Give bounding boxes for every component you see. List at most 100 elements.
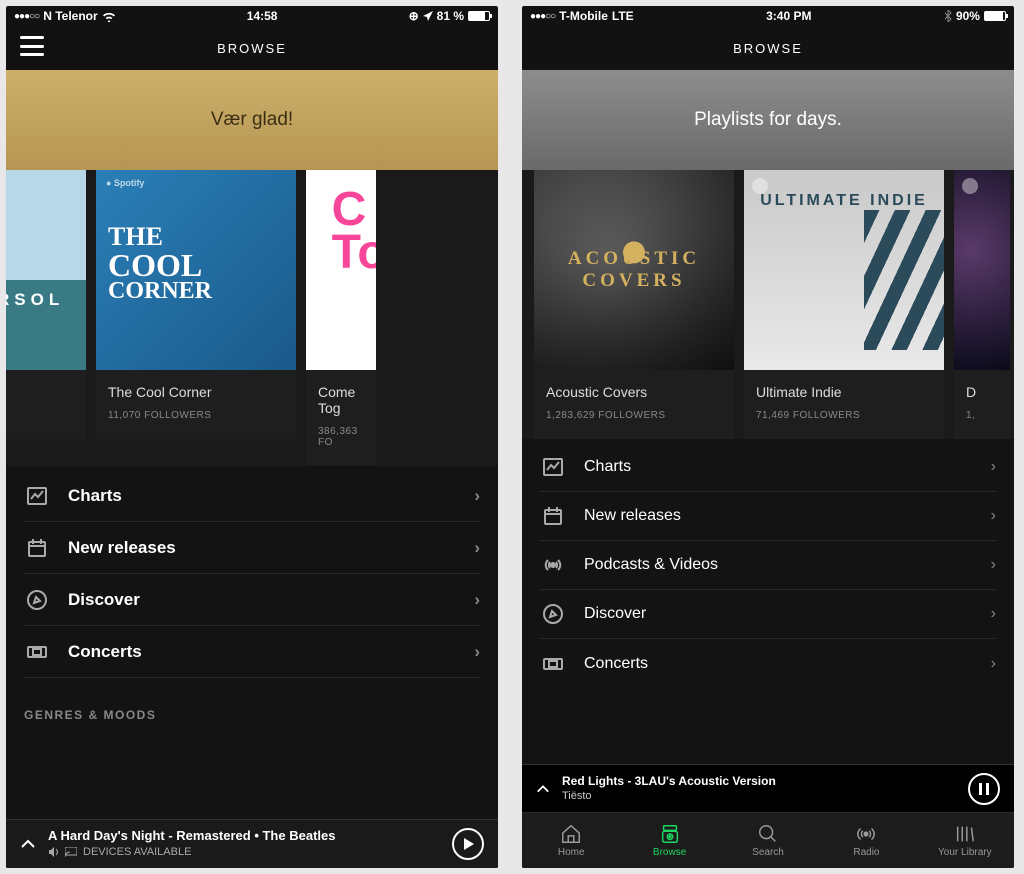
calendar-icon (540, 503, 566, 529)
follower-count: 1,283,629 FOLLOWERS (546, 410, 722, 421)
playlist-title: mmersol (6, 384, 74, 400)
menu-label: Discover (584, 605, 646, 623)
playlist-carousel[interactable]: SOMMERSOL mmersol 58 FOLLOWERS ● Spotify… (6, 170, 498, 466)
tab-search[interactable]: Search (719, 813, 817, 868)
track-title: A Hard Day's Night - Remastered • The Be… (48, 828, 440, 845)
header: BROWSE (522, 26, 1014, 70)
battery-pct: 81 % (437, 9, 464, 23)
playlist-title: Acoustic Covers (546, 384, 722, 400)
menu-label: Discover (68, 590, 140, 610)
compass-icon (24, 587, 50, 613)
tab-label: Browse (653, 847, 686, 858)
menu-charts[interactable]: Charts › (540, 443, 996, 492)
hero-banner[interactable]: Vær glad! (6, 70, 498, 170)
menu-label: Concerts (584, 655, 648, 673)
network-label: LTE (612, 9, 634, 23)
battery-pct: 90% (956, 9, 980, 23)
chevron-up-icon[interactable] (20, 836, 36, 852)
chevron-right-icon: › (991, 458, 996, 476)
menu-discover[interactable]: Discover › (24, 574, 480, 626)
menu-discover[interactable]: Discover › (540, 590, 996, 639)
chevron-right-icon: › (991, 605, 996, 623)
playlist-art: SOMMERSOL (6, 170, 86, 370)
signal-dots-icon: ●●●○○ (530, 11, 555, 22)
broadcast-icon (540, 552, 566, 578)
chevron-right-icon: › (474, 486, 480, 506)
orientation-lock-icon: ⊕ (409, 9, 419, 23)
carrier-label: N Telenor (43, 9, 97, 23)
pause-button[interactable] (968, 773, 1000, 805)
charts-icon (24, 483, 50, 509)
follower-count: 58 FOLLOWERS (6, 410, 74, 421)
chevron-right-icon: › (991, 556, 996, 574)
playlist-card[interactable]: ULTIMATE INDIE Ultimate Indie 71,469 FOL… (744, 170, 944, 439)
hero-text: Vær glad! (211, 109, 293, 131)
now-playing-bar[interactable]: A Hard Day's Night - Remastered • The Be… (6, 819, 498, 868)
ticket-icon (540, 651, 566, 677)
section-header: GENRES & MOODS (24, 678, 480, 732)
playlist-card[interactable]: ACOUSTIC COVERS Acoustic Covers 1,283,62… (534, 170, 734, 439)
menu-new-releases[interactable]: New releases › (540, 492, 996, 541)
playlist-title: D (966, 384, 998, 400)
chevron-right-icon: › (474, 590, 480, 610)
spotify-icon (314, 178, 330, 194)
menu-charts[interactable]: Charts › (24, 470, 480, 522)
chevron-right-icon: › (991, 655, 996, 673)
now-playing-info: Red Lights - 3LAU's Acoustic Version Tië… (562, 774, 956, 804)
tab-radio[interactable]: Radio (817, 813, 915, 868)
header-title: BROWSE (733, 41, 803, 56)
playlist-title: The Cool Corner (108, 384, 284, 400)
battery-icon (984, 11, 1006, 21)
playlist-card[interactable]: ● Spotify THE COOL CORNER The Cool Corne… (96, 170, 296, 466)
playlist-title: Ultimate Indie (756, 384, 932, 400)
menu-concerts[interactable]: Concerts › (540, 639, 996, 688)
signal-dots-icon: ●●●○○ (14, 11, 39, 22)
phone-left: ●●●○○ N Telenor 14:58 ⊕ 81 % BROWSE Vær … (6, 6, 498, 868)
now-playing-bar[interactable]: Red Lights - 3LAU's Acoustic Version Tië… (522, 764, 1014, 812)
play-button[interactable] (452, 828, 484, 860)
follower-count: 386,363 FO (318, 426, 364, 448)
playlist-art: ● Spotify THE COOL CORNER (96, 170, 296, 370)
compass-icon (540, 601, 566, 627)
status-bar: ●●●○○ N Telenor 14:58 ⊕ 81 % (6, 6, 498, 26)
menu-label: New releases (68, 538, 176, 558)
follower-count: 71,469 FOLLOWERS (756, 410, 932, 421)
battery-icon (468, 11, 490, 21)
chevron-right-icon: › (474, 642, 480, 662)
tab-bar: Home Browse Search Radio Your Library (522, 812, 1014, 868)
phone-right: ●●●○○ T-Mobile LTE 3:40 PM 90% BROWSE Pl… (522, 6, 1014, 868)
clock: 3:40 PM (766, 9, 811, 23)
devices-label: DEVICES AVAILABLE (83, 845, 191, 859)
ticket-icon (24, 639, 50, 665)
tab-label: Your Library (938, 847, 992, 858)
menu-podcasts-videos[interactable]: Podcasts & Videos › (540, 541, 996, 590)
playlist-title: Come Tog (318, 384, 364, 416)
browse-menu: Charts › New releases › Discover › Conce… (6, 466, 498, 868)
tab-library[interactable]: Your Library (916, 813, 1014, 868)
tab-label: Home (558, 847, 585, 858)
charts-icon (540, 454, 566, 480)
menu-new-releases[interactable]: New releases › (24, 522, 480, 574)
hero-banner[interactable]: Playlists for days. (522, 70, 1014, 170)
playlist-carousel[interactable]: ACOUSTIC COVERS Acoustic Covers 1,283,62… (522, 170, 1014, 439)
playlist-card[interactable]: C Tog Come Tog 386,363 FO (306, 170, 376, 466)
wifi-icon (102, 11, 116, 22)
menu-concerts[interactable]: Concerts › (24, 626, 480, 678)
carrier-label: T-Mobile (559, 9, 608, 23)
now-playing-info: A Hard Day's Night - Remastered • The Be… (48, 828, 440, 859)
bluetooth-icon (944, 10, 952, 22)
chevron-up-icon[interactable] (536, 782, 550, 796)
menu-label: New releases (584, 507, 681, 525)
menu-label: Concerts (68, 642, 142, 662)
menu-label: Charts (584, 458, 631, 476)
menu-button[interactable] (20, 36, 44, 56)
tab-home[interactable]: Home (522, 813, 620, 868)
tab-label: Radio (853, 847, 879, 858)
clock: 14:58 (247, 9, 278, 23)
playlist-card[interactable]: SOMMERSOL mmersol 58 FOLLOWERS (6, 170, 86, 466)
menu-label: Charts (68, 486, 122, 506)
speaker-icon (48, 847, 59, 857)
tab-browse[interactable]: Browse (620, 813, 718, 868)
tab-label: Search (752, 847, 784, 858)
playlist-card[interactable]: D 1, (954, 170, 1010, 439)
